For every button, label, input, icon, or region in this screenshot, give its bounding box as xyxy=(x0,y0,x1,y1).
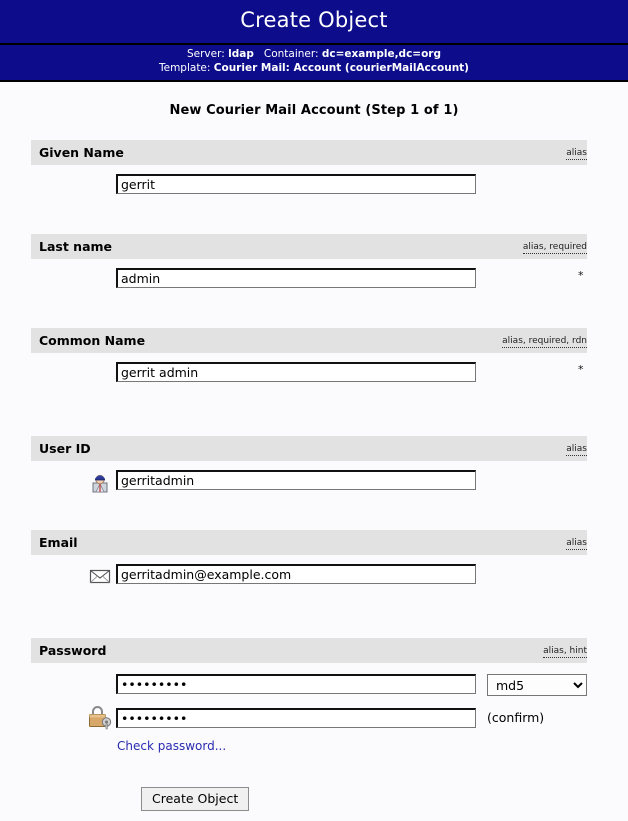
padlock-key-icon xyxy=(86,703,114,731)
last-name-input[interactable] xyxy=(116,268,476,288)
common-name-input[interactable] xyxy=(116,362,476,382)
email-input[interactable] xyxy=(116,564,476,584)
attr-flags: alias xyxy=(566,148,587,160)
attr-header-given-name: Given Name alias xyxy=(31,140,587,165)
user-icon xyxy=(89,471,111,493)
required-marker: * xyxy=(578,363,584,376)
input-row-last-name: * xyxy=(0,259,628,298)
window-title: Create Object xyxy=(240,8,388,32)
password-controls: md5 (confirm) Check password... xyxy=(0,663,628,781)
attr-flags: alias, required, rdn xyxy=(502,336,587,348)
attr-header-common-name: Common Name alias, required, rdn xyxy=(31,328,587,353)
attr-header-password: Password alias, hint xyxy=(31,638,587,663)
field-given-name: Given Name alias xyxy=(0,140,628,204)
attr-header-user-id: User ID alias xyxy=(31,436,587,461)
context-bar: Server: ldap Container: dc=example,dc=or… xyxy=(0,45,628,82)
container-value: dc=example,dc=org xyxy=(321,48,442,61)
submit-row: Create Object xyxy=(0,781,628,821)
field-common-name: Common Name alias, required, rdn * xyxy=(0,328,628,392)
attr-flags: alias xyxy=(566,444,587,456)
server-value: ldap xyxy=(228,48,254,61)
attr-flags: alias, hint xyxy=(543,646,587,658)
attr-flags: alias xyxy=(566,538,587,550)
attr-header-email: Email alias xyxy=(31,530,587,555)
window-titlebar: Create Object xyxy=(0,0,628,46)
user-id-input[interactable] xyxy=(116,470,476,490)
attr-label: Password xyxy=(39,643,107,658)
input-row-email xyxy=(0,555,628,594)
attr-label: Last name xyxy=(39,239,113,254)
create-object-form: Given Name alias Last name alias, requir… xyxy=(0,140,628,821)
server-label: Server: xyxy=(186,48,225,61)
password-confirm-input[interactable] xyxy=(116,708,476,728)
attr-label: User ID xyxy=(39,441,91,456)
required-marker: * xyxy=(578,269,584,282)
given-name-input[interactable] xyxy=(116,174,476,194)
envelope-icon xyxy=(89,565,111,587)
password-input[interactable] xyxy=(116,674,476,694)
context-line-template: Template: Courier Mail: Account (courier… xyxy=(0,62,628,76)
input-row-common-name: * xyxy=(0,353,628,392)
template-value: Courier Mail: Account (courierMailAccoun… xyxy=(213,62,469,75)
attr-header-last-name: Last name alias, required xyxy=(31,234,587,259)
create-object-button[interactable]: Create Object xyxy=(141,787,250,811)
field-password: Password alias, hint md5 (confirm) Che xyxy=(0,638,628,781)
page-title: New Courier Mail Account (Step 1 of 1) xyxy=(169,103,459,118)
attr-label: Email xyxy=(39,535,78,550)
confirm-label: (confirm) xyxy=(487,710,545,725)
field-user-id: User ID alias xyxy=(0,436,628,500)
input-row-given-name xyxy=(0,165,628,204)
check-password-link[interactable]: Check password... xyxy=(117,739,226,753)
attr-label: Given Name xyxy=(39,145,124,160)
attr-label: Common Name xyxy=(39,333,146,348)
context-line-server: Server: ldap Container: dc=example,dc=or… xyxy=(0,48,628,62)
field-last-name: Last name alias, required * xyxy=(0,234,628,298)
input-row-user-id xyxy=(0,461,628,500)
template-label: Template: xyxy=(158,62,211,75)
password-hash-select[interactable]: md5 xyxy=(487,674,587,696)
field-email: Email alias xyxy=(0,530,628,594)
attr-flags: alias, required xyxy=(522,242,587,254)
container-label: Container: xyxy=(263,48,319,61)
